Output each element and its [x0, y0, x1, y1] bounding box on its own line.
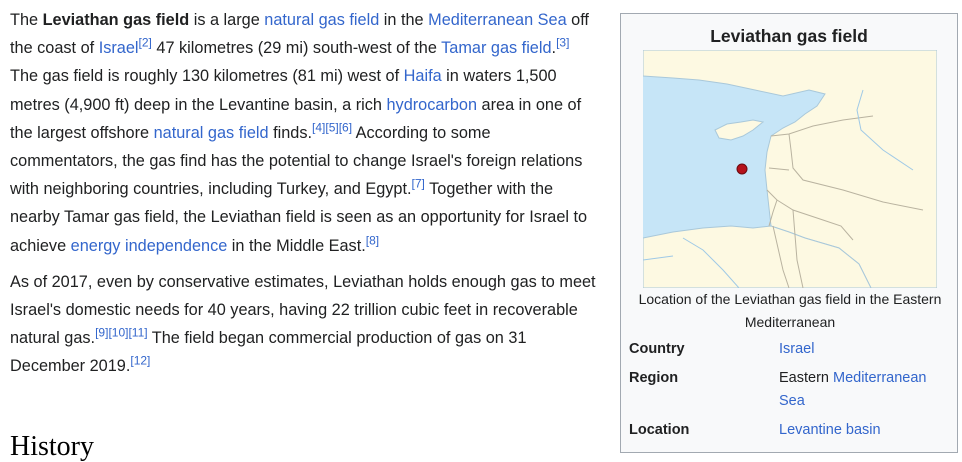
section-heading-history: History [10, 432, 94, 462]
text: The gas field is roughly 130 kilometres … [10, 67, 404, 86]
text: finds. [268, 123, 313, 142]
infobox-row-country: Country Israel [629, 338, 951, 361]
map-svg [643, 50, 937, 288]
reference-link[interactable]: [3] [556, 36, 569, 50]
article-body: The Leviathan gas field is a large natur… [10, 6, 600, 389]
reference-link[interactable]: [12] [130, 354, 150, 368]
link-mediterranean-sea[interactable]: Mediterranean Sea [428, 11, 566, 29]
infobox-row-region: Region Eastern Mediterranean Sea [629, 367, 951, 413]
infobox-value: Levantine basin [779, 419, 949, 442]
paragraph-intro: The Leviathan gas field is a large natur… [10, 6, 600, 260]
reference-link[interactable]: [6] [339, 120, 352, 134]
text: Eastern [779, 370, 833, 386]
infobox-label: Country [629, 341, 685, 357]
text: is a large [189, 11, 265, 29]
infobox-table: Country Israel Region Eastern Mediterran… [629, 338, 951, 448]
reference-link[interactable]: [7] [412, 177, 425, 191]
text: 47 kilometres (29 mi) south-west of the [151, 39, 442, 58]
reference-link[interactable]: [9] [95, 326, 108, 340]
infobox-label: Region [629, 370, 679, 386]
infobox-row-location: Location Levantine basin [629, 419, 951, 442]
link-natural-gas-field[interactable]: natural gas field [264, 11, 379, 29]
link-tamar-gas-field[interactable]: Tamar gas field [441, 39, 551, 57]
map-caption: Location of the Leviathan gas field in t… [638, 291, 942, 330]
location-map[interactable] [643, 50, 937, 288]
reference-link[interactable]: [8] [366, 233, 379, 247]
infobox: Leviathan gas field Location of the Levi… [620, 13, 958, 453]
text: in the [379, 11, 429, 29]
infobox-value: Israel [779, 338, 949, 361]
reference-link[interactable]: [11] [128, 326, 147, 340]
reference-link[interactable]: [5] [325, 120, 338, 134]
link-natural-gas-field-2[interactable]: natural gas field [154, 124, 269, 142]
infobox-title: Leviathan gas field [710, 26, 868, 46]
text: in the Middle East. [227, 236, 366, 255]
link-israel[interactable]: Israel [99, 39, 139, 57]
article-subject: Leviathan gas field [42, 11, 190, 29]
reference-link[interactable]: [4] [312, 120, 325, 134]
paragraph-reserves: As of 2017, even by conservative estimat… [10, 268, 600, 381]
link-energy-independence[interactable]: energy independence [71, 237, 228, 255]
link-hydrocarbon[interactable]: hydrocarbon [387, 96, 478, 114]
link-haifa[interactable]: Haifa [404, 67, 442, 85]
infobox-value: Eastern Mediterranean Sea [779, 367, 949, 413]
field-location-marker [736, 163, 748, 175]
reference-link[interactable]: [2] [139, 36, 152, 50]
link-israel-infobox[interactable]: Israel [779, 341, 814, 357]
infobox-label: Location [629, 422, 690, 438]
text: The [10, 11, 43, 29]
link-levantine-basin[interactable]: Levantine basin [779, 422, 881, 438]
reference-link[interactable]: [10] [108, 326, 128, 340]
